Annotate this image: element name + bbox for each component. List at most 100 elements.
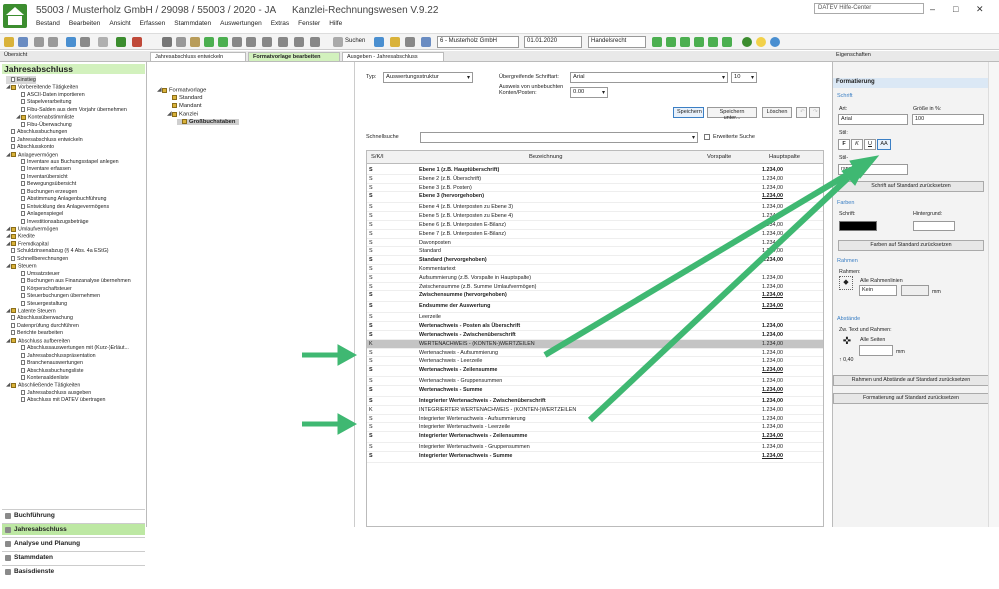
tool-f-icon[interactable] — [722, 37, 732, 47]
grid-row[interactable]: K INTEGRIERTER WERTENACHWEIS - (KONTEN-)W… — [367, 406, 823, 415]
law-select[interactable]: Handelsrecht — [588, 36, 646, 48]
grid-row[interactable]: S Endsumme der Auswertung 1.234,00 — [367, 302, 823, 314]
grid-icon[interactable] — [310, 37, 320, 47]
window-icon[interactable] — [262, 37, 272, 47]
menu-fenster[interactable]: Fenster — [298, 20, 320, 31]
grid-row[interactable]: S Wertenachweis - Aufsummierung 1.234,00 — [367, 349, 823, 358]
tab-formatvorlage[interactable]: Formatvorlage bearbeiten — [248, 52, 340, 62]
border-width-select[interactable] — [901, 285, 929, 296]
grid-row[interactable]: S Wertenachweis - Zwischenüberschrift 1.23… — [367, 331, 823, 340]
close-icon[interactable]: ✕ — [976, 4, 984, 15]
open-icon[interactable] — [4, 37, 14, 47]
tool-d-icon[interactable] — [694, 37, 704, 47]
tool-c-icon[interactable] — [680, 37, 690, 47]
ausweis-select[interactable]: 0.00 — [570, 87, 608, 98]
search-icon[interactable] — [333, 37, 343, 47]
cut-icon[interactable] — [162, 37, 172, 47]
font-art-select[interactable]: Arial — [838, 114, 908, 125]
spacing-input[interactable] — [859, 345, 893, 356]
grid-row[interactable]: S Ebene 3 (z.B. Posten) 1.234,00 — [367, 184, 823, 193]
filter-icon[interactable] — [246, 37, 256, 47]
tab-overview[interactable]: Übersicht — [4, 52, 27, 58]
tools-icon[interactable] — [232, 37, 242, 47]
grid-row[interactable]: S Zwischensumme (z.B. Summe Umlaufvermöge… — [367, 283, 823, 292]
print-icon[interactable] — [80, 37, 90, 47]
border-icon[interactable]: ◆ — [839, 276, 853, 290]
menu-stammdaten[interactable]: Stammdaten — [174, 20, 211, 31]
uppercase-toggle[interactable]: AA — [877, 139, 891, 150]
grid-row[interactable]: S Ebene 6 (z.B. Unterposten E-Bilanz) 1.23… — [367, 221, 823, 230]
tab-ausgeben[interactable]: Ausgeben - Jahresabschluss — [342, 52, 444, 62]
save-as-button[interactable]: Speichern unter... — [707, 107, 757, 121]
spacing-icon[interactable]: ✜ — [839, 335, 855, 351]
calc-icon[interactable] — [405, 37, 415, 47]
phone-icon[interactable] — [116, 37, 126, 47]
grid-row[interactable]: S Integrierter Wertenachweis - Leerzeile 1… — [367, 423, 823, 433]
grid-row[interactable]: S Ebene 2 (z.B. Überschrift) 1.234,00 — [367, 175, 823, 184]
grid-row[interactable]: S Wertenachweis - Summe 1.234,00 — [367, 386, 823, 397]
reset-frame-button[interactable]: Rahmen und Abstände auf Standard zurücks… — [833, 375, 989, 386]
menu-ansicht[interactable]: Ansicht — [109, 20, 130, 31]
grid-row[interactable]: S Kommentartext — [367, 265, 823, 274]
reset-color-button[interactable]: Farben auf Standard zurücksetzen — [838, 240, 984, 251]
tree-formatvorlage[interactable]: ◢ Formatvorlage — [157, 87, 206, 94]
redo-icon[interactable]: ↷ — [809, 107, 820, 118]
delete-button[interactable]: Löschen — [762, 107, 792, 118]
menu-bearbeiten[interactable]: Bearbeiten — [69, 20, 100, 31]
tree-grossbuchstaben[interactable]: Großbuchstaben — [177, 119, 240, 126]
preview-icon[interactable] — [98, 37, 108, 47]
nav-basisdienste[interactable]: Basisdienste — [2, 565, 145, 577]
status-icon[interactable] — [742, 37, 752, 47]
save-button[interactable]: Speichern — [673, 107, 704, 118]
italic-toggle[interactable]: K — [851, 139, 863, 150]
refresh-icon[interactable] — [66, 37, 76, 47]
tree-kanzlei[interactable]: ◢ Kanzlei — [167, 111, 198, 118]
grid-row[interactable]: S Aufsummierung (z.B. Vorspalte in Haupts… — [367, 274, 823, 283]
menu-extras[interactable]: Extras — [271, 20, 289, 31]
menu-erfassen[interactable]: Erfassen — [140, 20, 166, 31]
client-icon[interactable] — [421, 37, 431, 47]
paste-icon[interactable] — [190, 37, 200, 47]
back-icon[interactable] — [34, 37, 44, 47]
col-bezeichnung[interactable]: Bezeichnung — [529, 154, 563, 160]
grid-row[interactable]: S Ebene 3 (hervorgehoben) 1.234,00 — [367, 192, 823, 204]
grid-row[interactable]: S Integrierter Wertenachweis - Zeilensumm… — [367, 432, 823, 444]
save-icon[interactable] — [18, 37, 28, 47]
grid-row[interactable]: S Ebene 4 (z.B. Unterposten zu Ebene 3) 1.… — [367, 203, 823, 213]
grid-row[interactable]: S Wertenachweis - Zeilensumme 1.234,00 — [367, 366, 823, 378]
nav-stammdaten[interactable]: Stammdaten — [2, 551, 145, 563]
font-select[interactable]: Arial — [570, 72, 728, 83]
grid-row[interactable]: S Leerzeile — [367, 313, 823, 323]
border-style-select[interactable]: Kein — [859, 285, 897, 296]
bulb-icon[interactable] — [756, 37, 766, 47]
nav-jahresabschluss[interactable]: Jahresabschluss — [2, 523, 145, 535]
grid-row[interactable]: K WERTENACHWEIS - (KONTEN-)WERTZEILEN 1.23… — [367, 339, 823, 349]
grid-row[interactable]: S Davonposten 1.234,00 — [367, 239, 823, 248]
copy-icon[interactable] — [176, 37, 186, 47]
tree-standard[interactable]: Standard — [167, 95, 203, 101]
tab-properties[interactable]: Eigenschaften — [836, 52, 871, 58]
nav-analyse-planung[interactable]: Analyse und Planung — [2, 537, 145, 549]
menu-auswertungen[interactable]: Auswertungen — [220, 20, 262, 31]
bold-toggle[interactable]: F — [838, 139, 850, 150]
tab-jahresabschluss-entwickeln[interactable]: Jahresabschluss entwickeln — [150, 52, 246, 62]
reset-font-button[interactable]: Schrift auf Standard zurücksetzen — [838, 181, 984, 192]
maximize-icon[interactable]: □ — [953, 4, 958, 14]
folder-icon[interactable] — [390, 37, 400, 47]
grid-row[interactable]: S Ebene 5 (z.B. Unterposten zu Ebene 4) 1.… — [367, 212, 823, 221]
tool-e-icon[interactable] — [708, 37, 718, 47]
right-scrollbar[interactable] — [988, 62, 999, 527]
grid-row[interactable]: S Wertenachweis - Leerzeile 1.234,00 — [367, 357, 823, 367]
forward-icon[interactable] — [48, 37, 58, 47]
grid-row[interactable]: S Zwischensumme (hervorgehoben) 1.234,00 — [367, 291, 823, 303]
extended-search-checkbox[interactable] — [704, 134, 710, 140]
nav-buchfuehrung[interactable]: Buchführung — [2, 509, 145, 521]
format-icon[interactable] — [204, 37, 214, 47]
font-color-swatch[interactable] — [839, 221, 877, 231]
menu-hilfe[interactable]: Hilfe — [329, 20, 342, 31]
grid-row[interactable]: S Integrierter Wertenachweis - Summe 1.234… — [367, 452, 823, 463]
grid-row[interactable]: S Standard (hervorgehoben) 1.234,00 — [367, 256, 823, 265]
grid-row[interactable]: S Integrierter Wertenachweis - Zwischenüb… — [367, 397, 823, 406]
reset-format-button[interactable]: Formatierung auf Standard zurücksetzen — [833, 393, 989, 404]
settings-icon[interactable] — [278, 37, 288, 47]
